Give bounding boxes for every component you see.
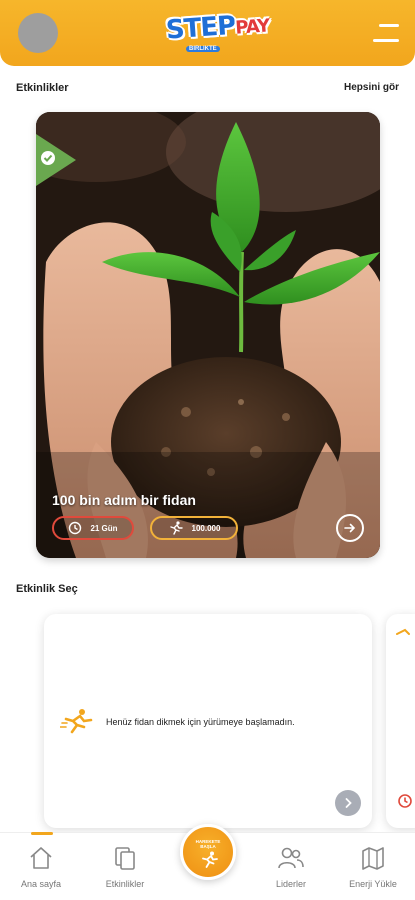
featured-activity-card[interactable]: 100 bin adım bir fidan 21 Gün 100.000 — [36, 112, 380, 558]
select-activity-title: Etkinlik Seç — [16, 583, 78, 595]
users-icon — [278, 847, 304, 869]
activities-section-title: Etkinlikler — [16, 82, 69, 94]
open-activity-button[interactable] — [336, 514, 364, 542]
hamburger-menu-icon[interactable] — [373, 24, 399, 42]
nav-energy[interactable]: Enerji Yükle — [338, 833, 408, 900]
nav-leaders[interactable]: Liderler — [256, 833, 326, 900]
clock-icon — [69, 521, 82, 535]
activity-select-card[interactable]: Henüz fidan dikmek için yürümeye başlama… — [44, 614, 372, 828]
next-activity-card-peek[interactable] — [386, 614, 415, 828]
duration-badge: 21 Gün — [52, 516, 134, 540]
copy-icon — [115, 847, 135, 870]
nav-activities[interactable]: Etkinlikler — [90, 833, 160, 900]
clock-icon — [398, 794, 412, 808]
avatar[interactable] — [18, 13, 58, 53]
completed-check-icon — [36, 134, 76, 186]
running-icon — [60, 709, 93, 734]
steppay-logo: STEPPAY BIRLIKTE — [165, 10, 270, 52]
see-all-link[interactable]: Hepsini gör — [344, 82, 399, 93]
running-icon — [396, 628, 410, 635]
chevron-right-icon — [345, 798, 352, 808]
arrow-right-icon — [344, 523, 356, 533]
start-moving-button[interactable]: HAREKETE BAŞLA — [180, 824, 236, 880]
empty-activity-message: Henüz fidan dikmek için yürümeye başlama… — [106, 717, 295, 727]
running-icon — [169, 521, 183, 535]
nav-home[interactable]: Ana sayfa — [6, 833, 76, 900]
steps-badge: 100.000 — [150, 516, 238, 540]
home-icon — [30, 847, 52, 869]
running-icon — [202, 851, 218, 868]
featured-activity-title: 100 bin adım bir fidan — [52, 492, 196, 508]
map-icon — [362, 847, 384, 870]
next-activity-button[interactable] — [335, 790, 361, 816]
top-app-bar: STEPPAY BIRLIKTE — [0, 0, 415, 66]
